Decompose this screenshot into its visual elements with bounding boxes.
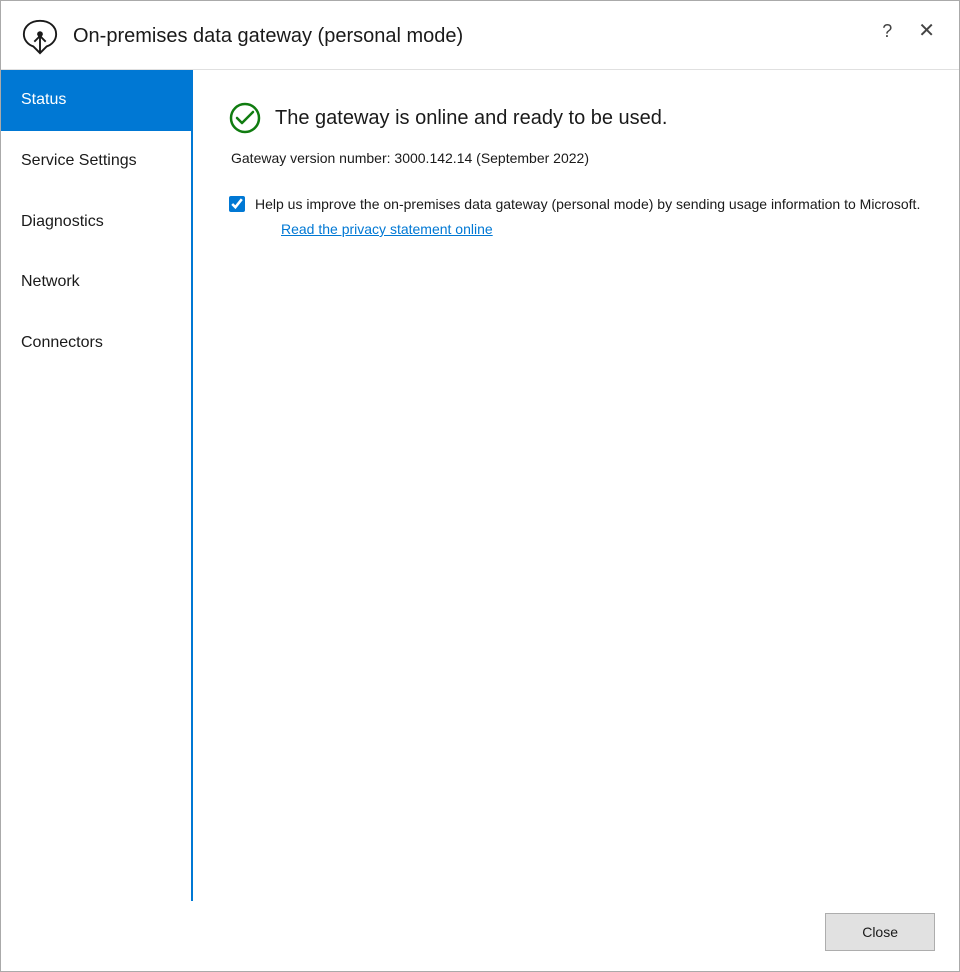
telemetry-checkbox[interactable] <box>229 196 245 212</box>
gateway-icon <box>21 17 59 55</box>
version-label: Gateway version number: 3000.142.14 (Sep… <box>231 150 923 166</box>
checkbox-label[interactable]: Help us improve the on-premises data gat… <box>255 196 920 212</box>
window-controls: ? ✕ <box>876 19 941 43</box>
main-window: On-premises data gateway (personal mode)… <box>0 0 960 972</box>
footer: Close <box>1 901 959 971</box>
privacy-link[interactable]: Read the privacy statement online <box>281 221 920 237</box>
title-bar: On-premises data gateway (personal mode)… <box>1 1 959 70</box>
help-button[interactable]: ? <box>876 20 898 42</box>
telemetry-checkbox-container: Help us improve the on-premises data gat… <box>229 194 923 237</box>
window-close-button[interactable]: ✕ <box>912 19 941 43</box>
status-icon <box>229 102 261 134</box>
checkbox-text-group: Help us improve the on-premises data gat… <box>255 194 920 237</box>
sidebar-item-connectors[interactable]: Connectors <box>1 313 191 374</box>
sidebar-item-service-settings[interactable]: Service Settings <box>1 131 191 192</box>
sidebar-item-status[interactable]: Status <box>1 70 191 131</box>
content-area: Status Service Settings Diagnostics Netw… <box>1 70 959 901</box>
window-title: On-premises data gateway (personal mode) <box>73 25 939 48</box>
sidebar-item-network[interactable]: Network <box>1 252 191 313</box>
status-message: The gateway is online and ready to be us… <box>275 107 667 130</box>
sidebar-item-diagnostics[interactable]: Diagnostics <box>1 192 191 253</box>
status-row: The gateway is online and ready to be us… <box>229 102 923 134</box>
main-panel: The gateway is online and ready to be us… <box>193 70 959 901</box>
sidebar: Status Service Settings Diagnostics Netw… <box>1 70 193 901</box>
close-button[interactable]: Close <box>825 913 935 951</box>
